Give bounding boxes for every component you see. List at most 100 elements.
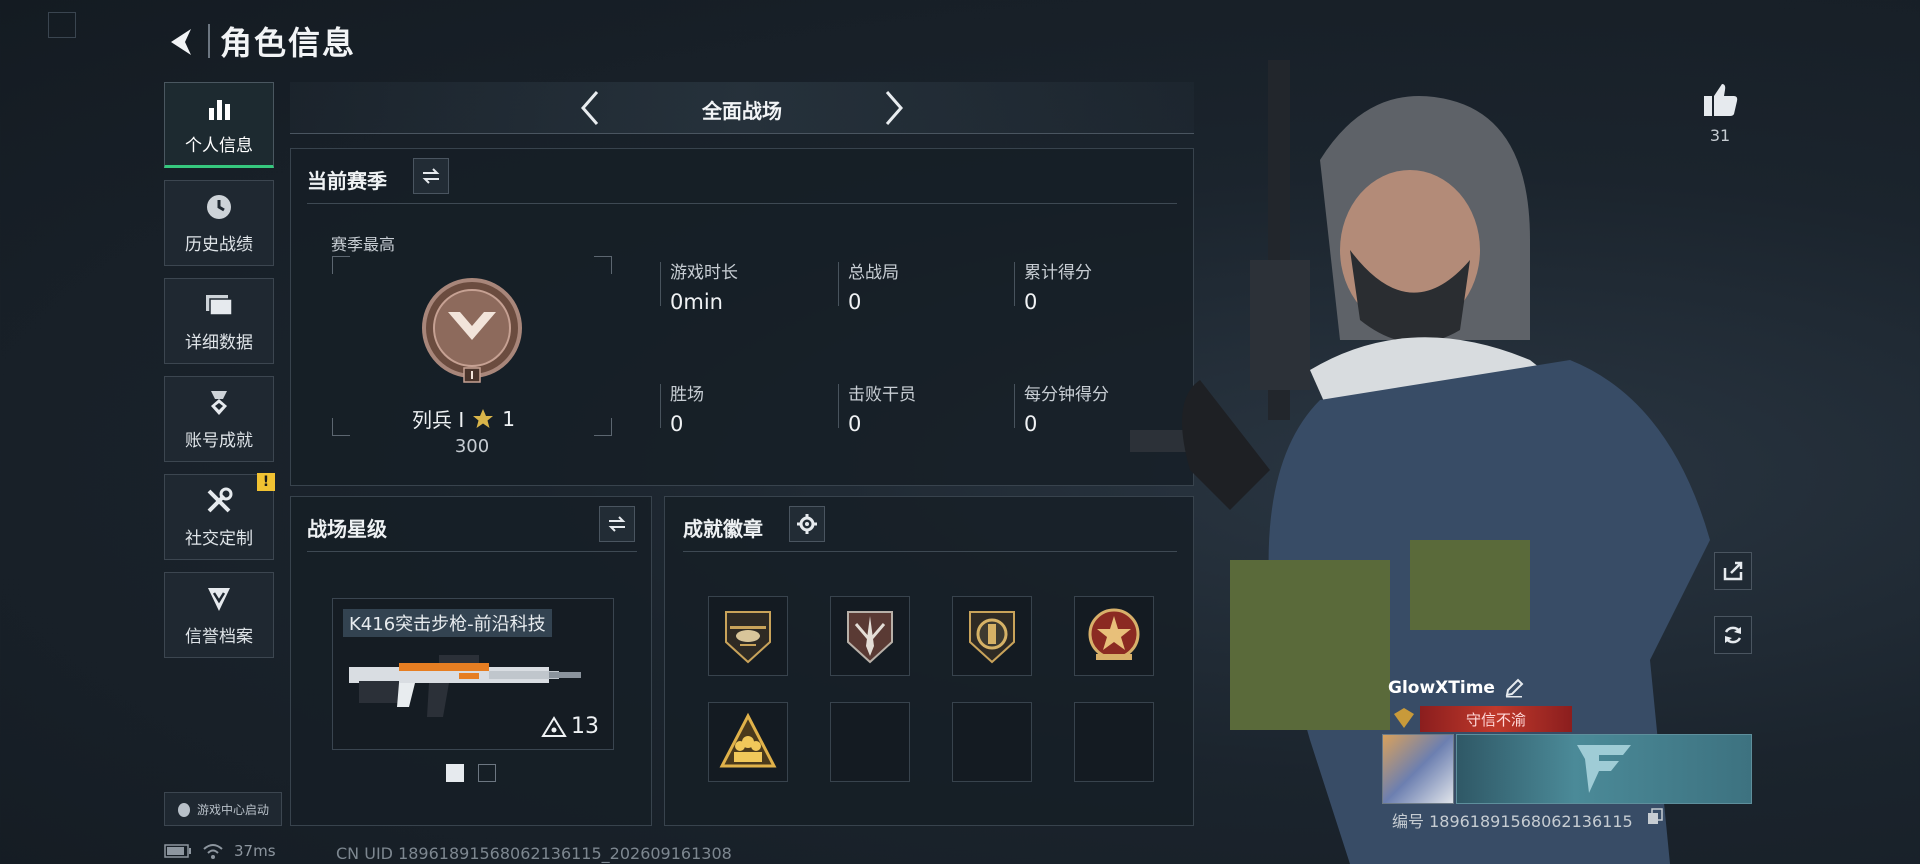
sidebar-item-achievement[interactable]: 账号成就 [164,376,274,462]
chevron-right-icon [885,91,903,125]
swap-icon [608,516,626,532]
swap-icon [422,168,440,184]
stat-label-playtime: 游戏时长 [670,263,738,283]
rank-name: 列兵 I [412,408,465,432]
share-button[interactable] [1714,552,1752,590]
stat-separator [838,384,839,428]
status-bar: 37ms [164,842,276,860]
back-arrow-icon [171,29,191,55]
weapon-level-value: 13 [571,714,599,739]
stat-label-total-matches: 总战局 [848,263,899,283]
pencil-icon [1505,678,1524,698]
title-crest-icon [1392,706,1416,730]
player-name: GlowXTime [1388,678,1495,698]
stat-separator [1014,262,1015,306]
sidebar-item-label: 社交定制 [185,528,253,549]
weapon-card[interactable]: K416突击步枪-前沿科技 13 [332,598,614,750]
achievements-settings-button[interactable] [789,506,825,542]
stat-label-score-per-min: 每分钟得分 [1024,385,1109,405]
header-divider [208,24,210,58]
round-emblem-badge-icon[interactable] [952,596,1032,676]
profile-banner [1456,734,1752,804]
battery-icon [164,844,191,858]
wifi-icon [203,844,223,859]
sidebar-item-history[interactable]: 历史战绩 [164,180,274,266]
stat-value-kills: 0 [848,412,862,436]
star-level-title: 战场星级 [307,517,387,541]
clock-icon [204,192,234,222]
avatar[interactable] [1382,734,1454,804]
season-switch-button[interactable] [413,158,449,194]
sidebar-item-detail-data[interactable]: 详细数据 [164,278,274,364]
rank-emblem-icon [418,278,526,386]
sidebar-item-label: 历史战绩 [185,234,253,255]
sidebar-item-label: 个人信息 [185,135,253,156]
game-center-launch-button[interactable]: 游戏中心启动 [164,792,282,826]
player-id: 编号 1896189156806213611​5 [1392,812,1633,831]
helicopter-badge-icon[interactable] [708,596,788,676]
sidebar-item-label: 详细数据 [185,332,253,353]
star-level-switch-button[interactable] [599,506,635,542]
mode-selector: 全面战场 [290,82,1194,134]
stat-value-playtime: 0min [670,290,723,314]
stat-separator [838,262,839,306]
ping: 37ms [234,842,276,860]
stat-separator [660,384,661,428]
panel-rule [683,551,1177,552]
stat-separator [1014,384,1015,428]
sidebar-item-personal-info[interactable]: 个人信息 [164,82,274,168]
season-title: 当前赛季 [307,169,387,193]
stat-label-wins: 胜场 [670,385,704,405]
triangle-level-icon [541,715,567,737]
motto-title: 守信不渝 [1420,706,1572,732]
dagger-shield-badge-icon[interactable] [830,596,910,676]
weapon-level: 13 [541,714,599,739]
panel-rule [307,203,1177,204]
rank-line: 列兵 I 1 [412,404,515,433]
page-dot-1[interactable] [446,764,464,782]
empty-badge-slot[interactable] [952,702,1032,782]
weapon-name: K416突击步枪-前沿科技 [343,609,552,637]
sidebar-item-label: 信誉档案 [185,626,253,647]
stat-value-total-matches: 0 [848,290,862,314]
copy-id-button[interactable] [1646,808,1664,826]
medal-icon [204,388,234,418]
share-icon [1723,561,1743,581]
refresh-button[interactable] [1714,616,1752,654]
rank-stars: 1 [502,406,515,431]
penguin-icon [177,803,190,817]
empty-badge-slot[interactable] [830,702,910,782]
copy-icon [1648,808,1663,824]
corner-mark [48,12,76,38]
mode-next-button[interactable] [874,88,914,128]
star-icon [473,408,494,428]
panel-rule [307,551,637,552]
stat-label-total-score: 累计得分 [1024,263,1092,283]
bar-chart-icon [204,93,234,123]
page-dot-2[interactable] [478,764,496,782]
stat-value-score-per-min: 0 [1024,412,1038,436]
rank-frame: 列兵 I 1 300 [332,256,612,457]
back-button[interactable] [160,20,204,64]
season-best-label: 赛季最高 [331,235,396,254]
sidebar-item-label: 账号成就 [185,430,253,451]
like-button[interactable] [1700,80,1740,120]
thumbs-up-icon [1704,84,1738,116]
gear-icon [797,514,817,534]
stat-value-total-score: 0 [1024,290,1038,314]
tools-icon [204,486,234,516]
edit-name-button[interactable] [1504,678,1526,700]
folder-icon [204,290,234,320]
like-count: 31 [1709,126,1731,145]
notification-badge: ! [257,473,275,491]
achievements-title: 成就徽章 [683,517,763,541]
shield-icon [204,584,234,614]
game-logo-icon [1577,745,1631,793]
mode-title: 全面战场 [702,99,782,123]
rank-points: 300 [454,436,490,457]
stat-value-wins: 0 [670,412,684,436]
page-title: 角色信息 [220,24,357,62]
team-badge-icon[interactable] [708,702,788,782]
sidebar-item-credit-record[interactable]: 信誉档案 [164,572,274,658]
sidebar-item-social-custom[interactable]: 社交定制 ! [164,473,275,560]
